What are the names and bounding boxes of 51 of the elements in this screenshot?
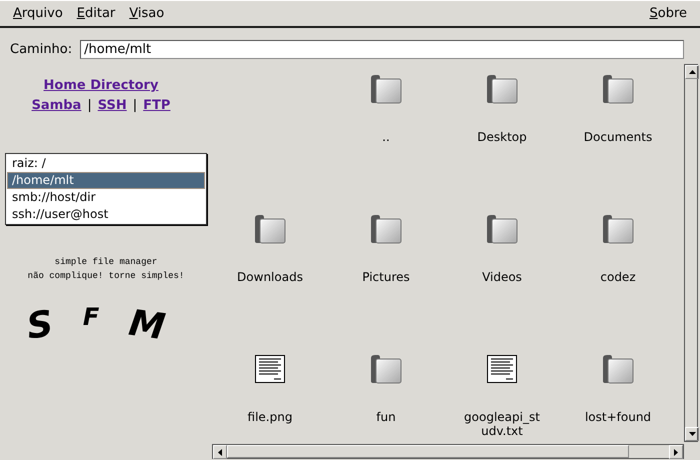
vertical-scrollbar[interactable] [684,64,698,442]
file-name[interactable]: Desktop [477,130,527,144]
logo-letter: S [24,303,56,348]
location-item[interactable]: ssh://user@host [7,206,205,223]
horizontal-scrollbar[interactable] [212,444,684,459]
menu-item[interactable]: Visao [122,4,172,23]
text-file-icon [486,354,518,384]
folder-icon [254,214,286,244]
tagline: não complique! torne simples! [28,271,184,281]
file-name[interactable]: .. [382,130,390,144]
location-list[interactable]: raiz: / /home/mlt smb://host/dir ssh://user@host [5,153,207,225]
tagline: simple file manager [54,257,158,267]
protocol-link[interactable]: FTP [143,98,170,113]
file-name[interactable]: Documents [584,130,652,144]
home-directory-link[interactable]: Home Directory [44,78,158,93]
folder-icon [370,74,402,104]
menu-item[interactable]: Sobre [642,4,694,23]
file-name[interactable]: Pictures [362,270,410,284]
file-name[interactable]: lost+found [584,410,652,424]
up-arrow-icon [688,70,696,74]
folder-icon [370,354,402,384]
menu-item[interactable]: Editar [70,4,122,23]
protocol-link[interactable]: Samba [32,98,82,113]
path-label: Caminho: [10,42,72,56]
file-name[interactable]: file.png [248,410,292,424]
location-item[interactable]: raiz: / [7,155,205,172]
folder-icon [370,214,402,244]
folder-icon [602,214,634,244]
file-name[interactable]: codez [600,270,636,284]
file-name[interactable]: fun [376,410,396,424]
logo-letter: M [126,302,168,348]
folder-icon [602,74,634,104]
scroll-thumb[interactable] [227,445,629,458]
folder-icon [486,214,518,244]
protocol-link[interactable]: SSH [98,98,127,113]
file-name[interactable]: Downloads [237,270,303,284]
separator: | [132,98,138,113]
location-item[interactable]: /home/mlt [7,172,205,189]
right-arrow-icon [674,448,678,456]
separator: | [87,98,92,113]
location-item[interactable]: smb://host/dir [7,189,205,206]
folder-icon [602,354,634,384]
folder-icon [486,74,518,104]
text-file-icon [254,354,286,384]
logo-letter: F [82,303,100,331]
file-name[interactable]: Videos [482,270,522,284]
file-name[interactable]: googleapi_studv.txt [461,410,543,438]
left-arrow-icon [218,448,222,456]
menu-item[interactable]: Arquivo [6,4,70,23]
path-field[interactable]: /home/mlt [80,40,684,58]
down-arrow-icon [688,432,696,436]
